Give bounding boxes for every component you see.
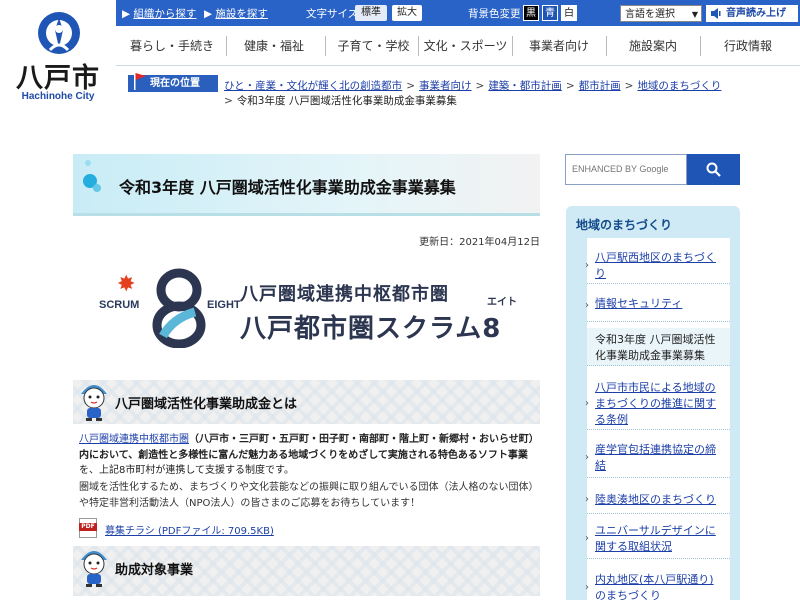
chevron-right-icon: › xyxy=(585,260,589,271)
number-eight-logo-icon xyxy=(152,268,206,348)
gnav-item-culture[interactable]: 文化・スポーツ xyxy=(418,26,513,66)
sidebar: 地域のまちづくり › 八戸駅西地区のまちづくり › 情報セキュリティ 令和3年度 八… xyxy=(566,206,740,600)
banner-eito: エイト xyxy=(487,297,517,308)
breadcrumb-label: 現在の位置 xyxy=(128,72,218,92)
search-box xyxy=(565,154,687,185)
breadcrumb: 現在の位置 ひと・産業・文化が輝く北の創造都市 > 事業者向け > 建築・都市計画 > 都市… xyxy=(116,66,800,122)
banner-eight-text: EIGHT xyxy=(207,299,241,311)
sidebar-item[interactable]: › 産学官包括連携協定の締結 xyxy=(585,442,730,478)
search-icon xyxy=(706,162,721,177)
gnav-item-health[interactable]: 健康・福祉 xyxy=(226,26,322,66)
invitation-paragraph: 圏域を活性化するため、まちづくりや文化芸能などの振興に取り組んでいる団体（法人格… xyxy=(79,482,534,509)
global-nav: 暮らし・手続き 健康・福祉 子育て・学校 文化・スポーツ 事業者向け 施設案内 … xyxy=(116,26,800,66)
utility-bar: ▶ 組織から探す ▶ 施設を探す 文字サイズ 標準 拡大 背景色変更 黒 青 白… xyxy=(116,0,800,26)
breadcrumb-item-building[interactable]: 建築・都市計画 xyxy=(488,80,562,92)
speaker-icon xyxy=(711,8,721,19)
gnav-item-childcare[interactable]: 子育て・学校 xyxy=(325,26,422,66)
bg-white-button[interactable]: 白 xyxy=(561,5,577,21)
sidebar-item[interactable]: › 陸奥湊地区のまちづくり xyxy=(585,492,730,514)
banner-scrum-text: SCRUM xyxy=(99,299,140,311)
breadcrumb-trail: ひと・産業・文化が輝く北の創造都市 > 事業者向け > 建築・都市計画 > 都市計画 > 地域の… xyxy=(224,80,722,92)
banner-line2: 八戸都市圏スクラム8 xyxy=(240,314,502,344)
org-search-link[interactable]: ▶ 組織から探す xyxy=(122,6,196,21)
logo-text: 八戸市 xyxy=(16,63,100,94)
logo-subtitle: Hachinohe City xyxy=(21,91,95,102)
search-button[interactable] xyxy=(687,154,740,185)
section-heading-box: 八戸圏域活性化事業助成金とは xyxy=(73,380,540,424)
bg-color-label: 背景色変更 xyxy=(468,8,521,20)
flag-icon xyxy=(134,72,146,90)
sidebar-title: 地域のまちづくり xyxy=(576,218,673,232)
chevron-right-icon: › xyxy=(585,494,589,505)
chevron-right-icon: › xyxy=(585,533,589,544)
site-logo[interactable]: 八戸市 Hachinohe City xyxy=(0,0,116,122)
breadcrumb-item-business[interactable]: 事業者向け xyxy=(419,80,472,92)
sidebar-item[interactable]: › 情報セキュリティ xyxy=(585,296,730,322)
page-title-box: 令和3年度 八戸圏域活性化事業助成金事業募集 xyxy=(73,154,540,216)
chevron-right-icon: › xyxy=(585,300,589,311)
chevron-down-icon: ▼ xyxy=(691,10,698,19)
facility-search-link[interactable]: ▶ 施設を探す xyxy=(204,6,268,21)
search-input[interactable] xyxy=(566,155,684,183)
region-link[interactable]: 八戸圏域連携中枢都市圏 xyxy=(79,434,189,445)
breadcrumb-current: > 令和3年度 八戸圏域活性化事業助成金事業募集 xyxy=(224,95,457,107)
chevron-right-icon: › xyxy=(585,452,589,463)
intro-paragraph: 八戸圏域連携中枢都市圏（八戸市・三戸町・五戸町・田子町・南部町・階上町・新郷村・… xyxy=(79,434,534,476)
pdf-link[interactable]: 募集チラシ (PDFファイル: 709.5KB) xyxy=(105,522,274,537)
sidebar-item[interactable]: › 内丸地区(本八戸駅通り)のまちづくり xyxy=(585,572,730,600)
breadcrumb-item-local-planning[interactable]: 地域のまちづくり xyxy=(637,80,721,92)
section-heading-box: 助成対象事業 xyxy=(73,546,540,596)
decor-dot xyxy=(93,184,101,192)
bg-black-button[interactable]: 黒 xyxy=(523,5,539,21)
sidebar-item[interactable]: › ユニバーサルデザインに関する取組状況 xyxy=(585,523,730,559)
scrum8-banner: ✸ SCRUM EIGHT 八戸圏域連携中枢都市圏 エイト 八戸都市圏スクラム8 xyxy=(99,266,519,350)
section-heading: 助成対象事業 xyxy=(115,563,194,578)
breadcrumb-item-urban-planning[interactable]: 都市計画 xyxy=(579,80,621,92)
font-large-button[interactable]: 拡大 xyxy=(392,5,422,21)
chevron-right-icon: › xyxy=(585,398,589,409)
font-standard-button[interactable]: 標準 xyxy=(355,5,387,21)
mascot-icon xyxy=(81,551,107,587)
gnav-item-facilities[interactable]: 施設案内 xyxy=(606,26,700,66)
bg-blue-button[interactable]: 青 xyxy=(542,5,558,21)
banner-line1: 八戸圏域連携中枢都市圏 xyxy=(240,284,449,305)
sidebar-list: › 八戸駅西地区のまちづくり › 情報セキュリティ 令和3年度 八戸圏域活性化事業助… xyxy=(585,238,730,600)
updated-date: 更新日：2021年04月12日 xyxy=(419,237,540,248)
page-title: 令和3年度 八戸圏域活性化事業助成金事業募集 xyxy=(119,178,456,197)
sidebar-item[interactable]: › 八戸市市民による地域のまちづくりの推進に関する条例 xyxy=(585,380,730,430)
sun-mark-icon: ✸ xyxy=(117,272,136,297)
sidebar-item-current: 令和3年度 八戸圏域活性化事業助成金事業募集 xyxy=(587,328,730,366)
gnav-item-business[interactable]: 事業者向け xyxy=(512,26,606,66)
pdf-icon: PDF xyxy=(79,518,97,538)
font-size-label: 文字サイズ xyxy=(306,8,359,20)
breadcrumb-item-home[interactable]: ひと・産業・文化が輝く北の創造都市 xyxy=(224,80,402,92)
gnav-item-living[interactable]: 暮らし・手続き xyxy=(126,26,218,66)
voice-readout-button[interactable]: 音声読み上げ xyxy=(706,5,798,22)
section-heading: 八戸圏域活性化事業助成金とは xyxy=(115,397,298,412)
sidebar-item[interactable]: › 八戸駅西地区のまちづくり xyxy=(585,250,730,284)
decor-dot xyxy=(85,160,91,166)
city-emblem-icon xyxy=(38,12,80,54)
language-select[interactable]: 言語を選択 ▼ xyxy=(620,5,702,22)
gnav-item-admin[interactable]: 行政情報 xyxy=(700,26,796,66)
chevron-right-icon: › xyxy=(585,582,589,593)
mascot-icon xyxy=(81,385,107,421)
